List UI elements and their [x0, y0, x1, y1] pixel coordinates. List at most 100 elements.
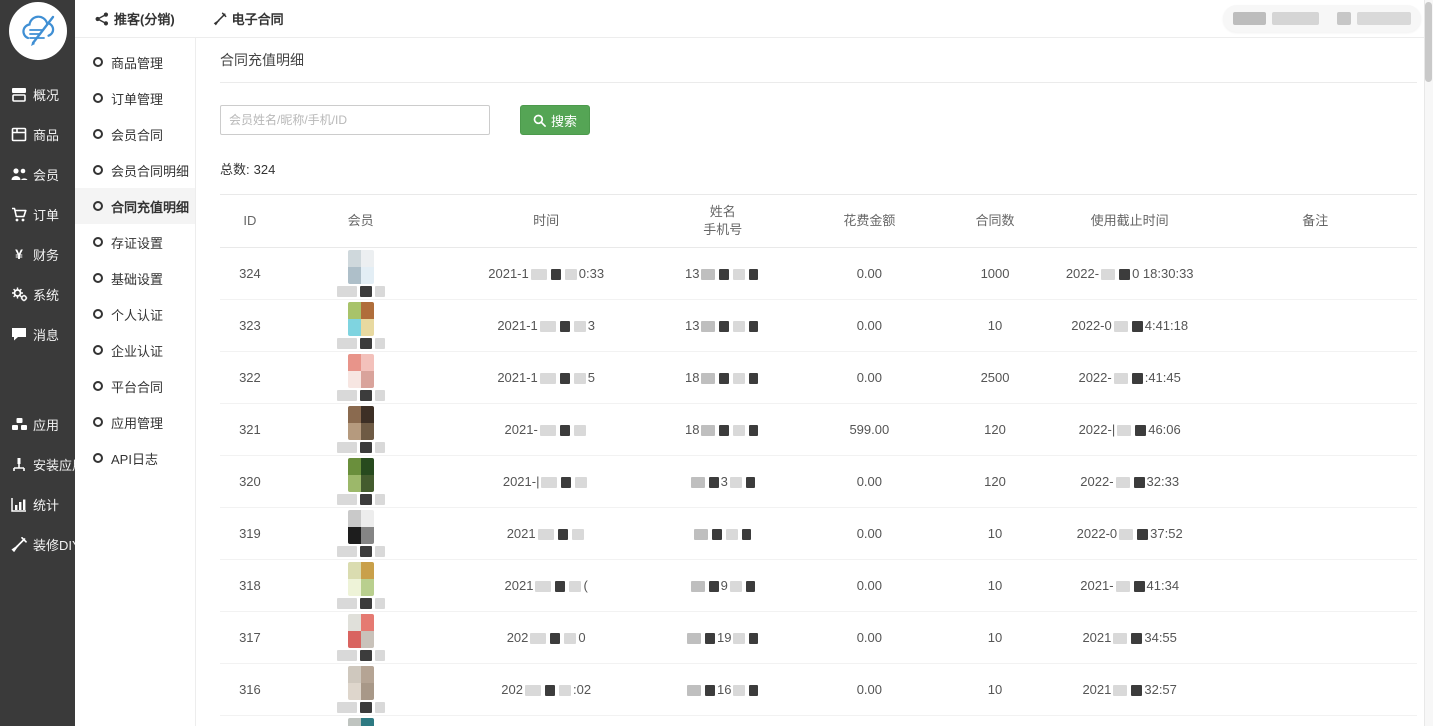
redacted-text	[574, 425, 586, 436]
total-value: 324	[254, 162, 276, 177]
submenu-item-label: 基础设置	[111, 269, 163, 288]
cell-deadline: 2022-:41:45	[1046, 352, 1214, 404]
cell-name-phone: 18	[651, 404, 795, 456]
cell-time: 2021-10:33	[441, 248, 650, 300]
cell-amount: 0.00	[795, 612, 945, 664]
redacted-text	[719, 373, 729, 384]
sidebar-item-安装应用[interactable]: 安装应用	[0, 444, 75, 484]
cell-name-phone	[651, 508, 795, 560]
circle-bullet-icon	[93, 381, 103, 391]
redacted-text	[1116, 581, 1130, 592]
sidebar-item-消息[interactable]: 消息	[0, 314, 75, 354]
avatar-pixel	[348, 267, 361, 284]
submenu-item-应用管理[interactable]: 应用管理	[75, 404, 195, 440]
cell-contracts: 1000	[944, 248, 1046, 300]
redacted-text	[749, 425, 758, 436]
sidebar-item-应用[interactable]: 应用	[0, 404, 75, 444]
redacted-text	[1101, 269, 1115, 280]
redacted-text	[733, 321, 745, 332]
cell-member	[284, 302, 438, 349]
submenu-item-label: 订单管理	[111, 89, 163, 108]
sidebar-item-会员[interactable]: 会员	[0, 154, 75, 194]
cell-member	[284, 666, 438, 713]
search-input[interactable]	[220, 105, 490, 135]
submenu-item-平台合同[interactable]: 平台合同	[75, 368, 195, 404]
submenu-item-存证设置[interactable]: 存证设置	[75, 224, 195, 260]
sidebar-item-订单[interactable]: 订单	[0, 194, 75, 234]
circle-bullet-icon	[93, 273, 103, 283]
submenu-item-label: 平台合同	[111, 377, 163, 396]
redacted-text	[555, 581, 565, 592]
sidebar-item-概况[interactable]: 概况	[0, 74, 75, 114]
scrollbar-thumb[interactable]	[1425, 2, 1432, 82]
redacted-text	[1131, 633, 1142, 644]
topbar: 推客(分销) 电子合同	[75, 0, 1433, 38]
redacted-text	[337, 546, 357, 557]
redacted-text	[709, 477, 719, 488]
member-avatar	[348, 718, 374, 726]
submenu-item-会员合同[interactable]: 会员合同	[75, 116, 195, 152]
redacted-text	[1114, 321, 1128, 332]
submenu-item-label: 应用管理	[111, 413, 163, 432]
cell-id: 324	[220, 248, 280, 300]
submenu-item-个人认证[interactable]: 个人认证	[75, 296, 195, 332]
table-row: 3172020190.0010202134:55	[220, 612, 1417, 664]
cell-contracts: 10	[944, 560, 1046, 612]
cell-remark	[1213, 508, 1417, 560]
app-root: 概况商品会员订单¥财务系统消息应用安装应用统计装修DIY 推客(分销) 电子合同	[0, 0, 1433, 726]
table-row: 31520232:16/3930.0012020221:32:16	[220, 716, 1417, 726]
column-header-ID: ID	[220, 195, 280, 248]
cell-time: 2021-	[441, 404, 650, 456]
submenu-item-商品管理[interactable]: 商品管理	[75, 44, 195, 80]
user-account-area[interactable]	[1223, 5, 1421, 32]
avatar-pixel	[361, 475, 374, 492]
tab-tuike[interactable]: 推客(分销)	[95, 9, 175, 28]
redacted-text	[337, 598, 357, 609]
redacted-text	[726, 529, 738, 540]
redacted-text	[540, 373, 556, 384]
redacted-user-text	[1233, 12, 1266, 25]
vertical-scrollbar[interactable]	[1424, 0, 1433, 726]
circle-bullet-icon	[93, 93, 103, 103]
cell-name-phone: 3	[651, 456, 795, 508]
submenu-item-基础设置[interactable]: 基础设置	[75, 260, 195, 296]
tab-econtract[interactable]: 电子合同	[213, 9, 284, 28]
member-avatar	[348, 458, 374, 492]
cell-deadline: 2022-037:52	[1046, 508, 1214, 560]
cell-amount: 0.00	[795, 300, 945, 352]
logo[interactable]	[0, 0, 75, 60]
redacted-text	[705, 685, 715, 696]
submenu-item-API日志[interactable]: API日志	[75, 440, 195, 476]
sidebar-item-label: 应用	[33, 415, 59, 434]
submenu-item-合同充值明细[interactable]: 合同充值明细	[75, 188, 195, 224]
cell-amount: 0.00	[795, 664, 945, 716]
submenu-item-会员合同明细[interactable]: 会员合同明细	[75, 152, 195, 188]
avatar-pixel	[348, 510, 361, 527]
sidebar-item-系统[interactable]: 系统	[0, 274, 75, 314]
redacted-text	[360, 546, 372, 557]
cell-remark	[1213, 456, 1417, 508]
sidebar-item-装修DIY[interactable]: 装修DIY	[0, 524, 75, 564]
apps-icon	[10, 416, 28, 432]
cell-id: 317	[220, 612, 280, 664]
sidebar-item-label: 财务	[33, 245, 59, 264]
redacted-text	[1132, 321, 1143, 332]
goods-icon	[10, 126, 28, 142]
cell-id: 318	[220, 560, 280, 612]
sidebar-item-商品[interactable]: 商品	[0, 114, 75, 154]
sidebar-item-财务[interactable]: ¥财务	[0, 234, 75, 274]
redacted-text	[375, 702, 385, 713]
cell-id: 322	[220, 352, 280, 404]
table-row: 3232021-13130.00102022-04:41:18	[220, 300, 1417, 352]
cell-id: 321	[220, 404, 280, 456]
column-header-姓名-手机号: 姓名手机号	[651, 195, 795, 248]
sidebar-item-统计[interactable]: 统计	[0, 484, 75, 524]
redacted-text	[1113, 633, 1127, 644]
search-button[interactable]: 搜索	[520, 105, 590, 135]
submenu-item-企业认证[interactable]: 企业认证	[75, 332, 195, 368]
redacted-text	[1117, 425, 1131, 436]
cell-time: 2021-15	[441, 352, 650, 404]
avatar-pixel	[348, 666, 361, 683]
redacted-text	[749, 373, 758, 384]
submenu-item-订单管理[interactable]: 订单管理	[75, 80, 195, 116]
